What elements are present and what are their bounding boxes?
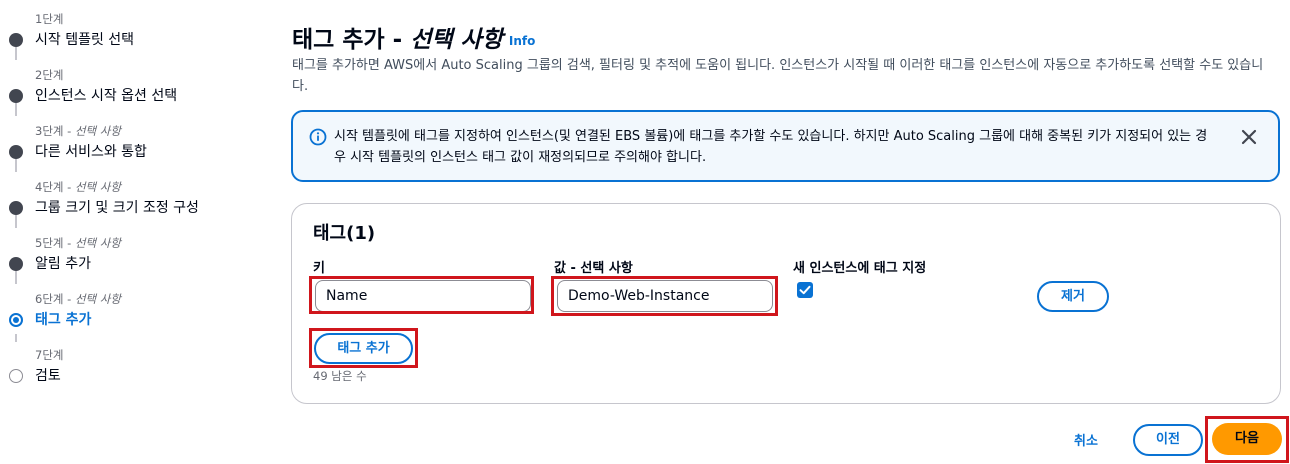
step-pending-icon [9,369,23,383]
value-column-label: 값 - 선택 사항 [554,261,633,276]
checkmark-icon [799,285,811,295]
key-column-label: 키 [313,261,325,276]
wizard-step-3[interactable]: 3단계 - 선택 사항 다른 서비스와 통합 [0,123,250,171]
info-link[interactable]: Info [509,34,535,48]
cancel-button[interactable]: 취소 [1074,430,1098,449]
step-caption: 3단계 - 선택 사항 [35,124,121,138]
propagate-column-label: 새 인스턴스에 태그 지정 [793,261,927,276]
wizard-step-7: 7단계 검토 [0,347,250,395]
tags-heading: 태그(1) [313,223,376,244]
step-label[interactable]: 그룹 크기 및 크기 조정 구성 [35,197,199,217]
wizard-step-5[interactable]: 5단계 - 선택 사항 알림 추가 [0,235,250,283]
propagate-checkbox[interactable] [797,282,813,298]
wizard-step-1[interactable]: 1단계 시작 템플릿 선택 [0,11,250,59]
tag-key-input[interactable]: Name [315,280,531,312]
previous-button[interactable]: 이전 [1133,424,1203,456]
close-icon[interactable] [1238,126,1260,148]
remove-tag-button[interactable]: 제거 [1037,281,1109,312]
step-completed-icon [9,257,23,271]
page-description: 태그를 추가하면 AWS에서 Auto Scaling 그룹의 검색, 필터링 … [292,58,1264,94]
alert-message: 시작 템플릿에 태그를 지정하여 인스턴스(및 연결된 EBS 볼륨)에 태그를… [334,129,1208,165]
step-completed-icon [9,33,23,47]
tag-value-input[interactable]: Demo-Web-Instance [557,280,773,312]
step-label[interactable]: 인스턴스 시작 옵션 선택 [35,85,177,105]
step-label[interactable]: 시작 템플릿 선택 [35,29,134,49]
step-label[interactable]: 알림 추가 [35,253,91,273]
remaining-tags-count: 49 남은 수 [313,369,367,383]
info-circle-icon [309,128,327,146]
wizard-step-2[interactable]: 2단계 인스턴스 시작 옵션 선택 [0,67,250,115]
step-label: 검토 [35,368,61,384]
step-caption: 1단계 [35,12,64,26]
next-button[interactable]: 다음 [1212,423,1282,455]
step-completed-icon [9,145,23,159]
step-current-icon [9,313,23,327]
step-label: 태그 추가 [35,312,92,328]
wizard-step-6: 6단계 - 선택 사항 태그 추가 [0,291,250,339]
step-completed-icon [9,89,23,103]
wizard-step-4[interactable]: 4단계 - 선택 사항 그룹 크기 및 크기 조정 구성 [0,179,250,227]
add-tag-button[interactable]: 태그 추가 [314,333,413,364]
page-title: 태그 추가 - 선택 사항 Info [292,27,536,53]
step-caption: 2단계 [35,68,64,82]
info-alert: 시작 템플릿에 태그를 지정하여 인스턴스(및 연결된 EBS 볼륨)에 태그를… [291,110,1280,182]
tags-container: 태그(1) 키 값 - 선택 사항 새 인스턴스에 태그 지정 Name Dem… [291,203,1281,404]
step-label[interactable]: 다른 서비스와 통합 [35,141,147,161]
step-completed-icon [9,201,23,215]
wizard-steps-nav: 1단계 시작 템플릿 선택 2단계 인스턴스 시작 옵션 선택 3단계 - 선택… [0,0,260,464]
step-caption: 7단계 [35,348,64,362]
step-caption: 5단계 - 선택 사항 [35,236,121,250]
step-caption: 4단계 - 선택 사항 [35,180,121,194]
step-caption: 6단계 - 선택 사항 [35,292,121,306]
